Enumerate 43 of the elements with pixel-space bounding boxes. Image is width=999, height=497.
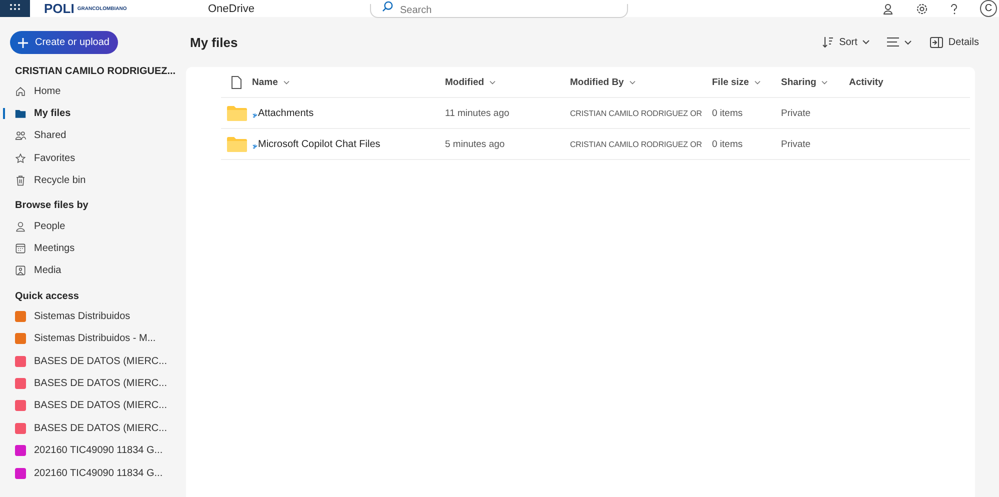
nav-item[interactable]: Home <box>0 80 186 102</box>
nav-item[interactable]: Favorites <box>0 147 186 170</box>
section-heading: Browse files by <box>15 199 90 214</box>
quick-access-item[interactable]: BASES DE DATOS (MIERC... <box>0 417 186 440</box>
section-heading: Quick access <box>15 290 80 304</box>
column-header[interactable]: Sharing <box>781 76 828 88</box>
nav-item[interactable]: My files <box>0 102 186 125</box>
quick-access-item[interactable]: Sistemas Distribuidos <box>0 305 186 328</box>
nav-item[interactable]: People <box>0 214 186 238</box>
app-name[interactable]: OneDrive <box>208 2 254 14</box>
column-header[interactable]: Modified <box>445 76 496 88</box>
account-name: CRISTIAN CAMILO RODRIGUEZ... <box>15 66 177 77</box>
modified-cell: 5 minutes ago <box>445 138 505 150</box>
quick-access-item[interactable]: Sistemas Distribuidos - M... <box>0 328 186 350</box>
column-header[interactable]: File size <box>712 76 761 88</box>
sharing-cell: Private <box>781 108 811 118</box>
modified-cell: 11 minutes ago <box>445 108 510 118</box>
nav-item[interactable]: Media <box>0 260 186 282</box>
nav-item[interactable]: Shared <box>0 124 186 148</box>
quick-access-item[interactable]: BASES DE DATOS (MIERC... <box>0 350 186 372</box>
file-size-cell: 0 items <box>712 108 743 118</box>
column-header[interactable]: Modified By <box>570 76 636 88</box>
nav-item[interactable]: Meetings <box>0 237 186 260</box>
account-avatar[interactable]: C <box>980 0 997 17</box>
quick-access-item[interactable]: BASES DE DATOS (MIERC... <box>0 394 186 418</box>
file-size-cell: 0 items <box>712 138 743 150</box>
column-header[interactable]: Name <box>252 76 290 88</box>
sharing-cell: Private <box>781 138 811 150</box>
quick-access-item[interactable]: 202160 TIC49090 11834 G... <box>0 462 186 484</box>
file-name-link[interactable]: Attachments <box>258 108 314 118</box>
logo-text: POLI <box>44 1 74 16</box>
search-field[interactable]: Search <box>370 4 628 18</box>
modified-by-cell: CRISTIAN CAMILO RODRIGUEZ OR <box>570 140 702 148</box>
details-button[interactable]: Details <box>927 36 982 48</box>
column-header[interactable]: Activity <box>849 76 884 88</box>
quick-access-item[interactable]: 202160 TIC49090 11834 G... <box>0 439 186 462</box>
sort-button[interactable]: Sort <box>819 36 874 48</box>
page-title: My files <box>190 34 238 50</box>
quick-access-item[interactable]: BASES DE DATOS (MIERC... <box>0 372 186 395</box>
nav-item[interactable]: Recycle bin <box>0 170 186 192</box>
create-upload-button[interactable]: Create or upload <box>10 31 118 54</box>
modified-by-cell: CRISTIAN CAMILO RODRIGUEZ OR <box>570 108 702 118</box>
file-name-link[interactable]: Microsoft Copilot Chat Files <box>258 138 380 150</box>
